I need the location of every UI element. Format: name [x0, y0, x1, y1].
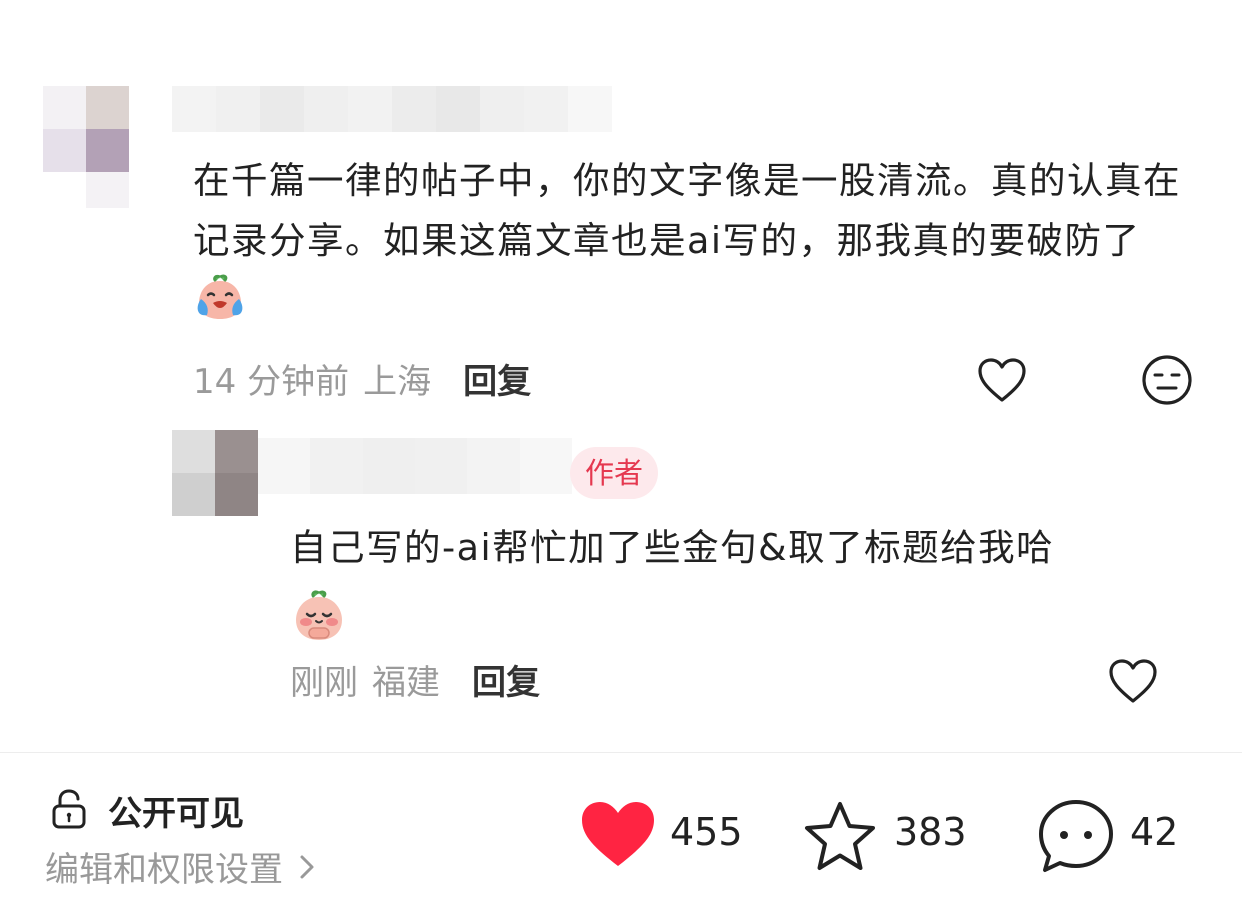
star-outline-icon[interactable]	[800, 799, 880, 875]
meh-face-icon[interactable]	[1140, 353, 1194, 407]
permission-settings-link[interactable]: 编辑和权限设置	[45, 842, 315, 891]
reply-meta: 刚刚 福建 回复	[290, 655, 540, 704]
author-avatar[interactable]	[172, 430, 258, 516]
reply-button[interactable]: 回复	[472, 655, 540, 704]
permission-settings-label: 编辑和权限设置	[45, 850, 283, 890]
heart-filled-icon[interactable]	[578, 798, 658, 870]
like-count: 455	[670, 810, 743, 854]
comment-meta: 14 分钟前 上海 回复	[193, 354, 531, 403]
unlock-icon	[50, 789, 88, 829]
crying-peach-emoji	[193, 273, 247, 339]
heart-outline-icon[interactable]	[975, 355, 1029, 405]
commenter-username-blurred[interactable]	[172, 86, 612, 132]
author-badge: 作者	[570, 447, 658, 499]
chevron-right-icon	[299, 854, 315, 880]
divider	[0, 752, 1242, 753]
pleading-peach-emoji	[290, 588, 348, 662]
reply-time: 刚刚	[290, 663, 358, 703]
comment-bubble-icon[interactable]	[1036, 797, 1116, 875]
author-username-blurred[interactable]	[258, 438, 572, 494]
visibility-label[interactable]: 公开可见	[108, 786, 244, 835]
comment-time: 14 分钟前	[193, 362, 350, 402]
star-count: 383	[894, 810, 967, 854]
reply-region: 福建	[372, 663, 440, 703]
reply-button[interactable]: 回复	[463, 354, 531, 403]
commenter-avatar[interactable]	[43, 86, 129, 208]
comment-count: 42	[1130, 810, 1179, 854]
heart-outline-icon[interactable]	[1106, 656, 1160, 706]
comment-region: 上海	[363, 362, 432, 402]
comment-text: 在千篇一律的帖子中，你的文字像是一股清流。真的认真在记录分享。如果这篇文章也是a…	[193, 151, 1203, 339]
reply-text: 自己写的-ai帮忙加了些金句&取了标题给我哈	[290, 518, 1190, 662]
